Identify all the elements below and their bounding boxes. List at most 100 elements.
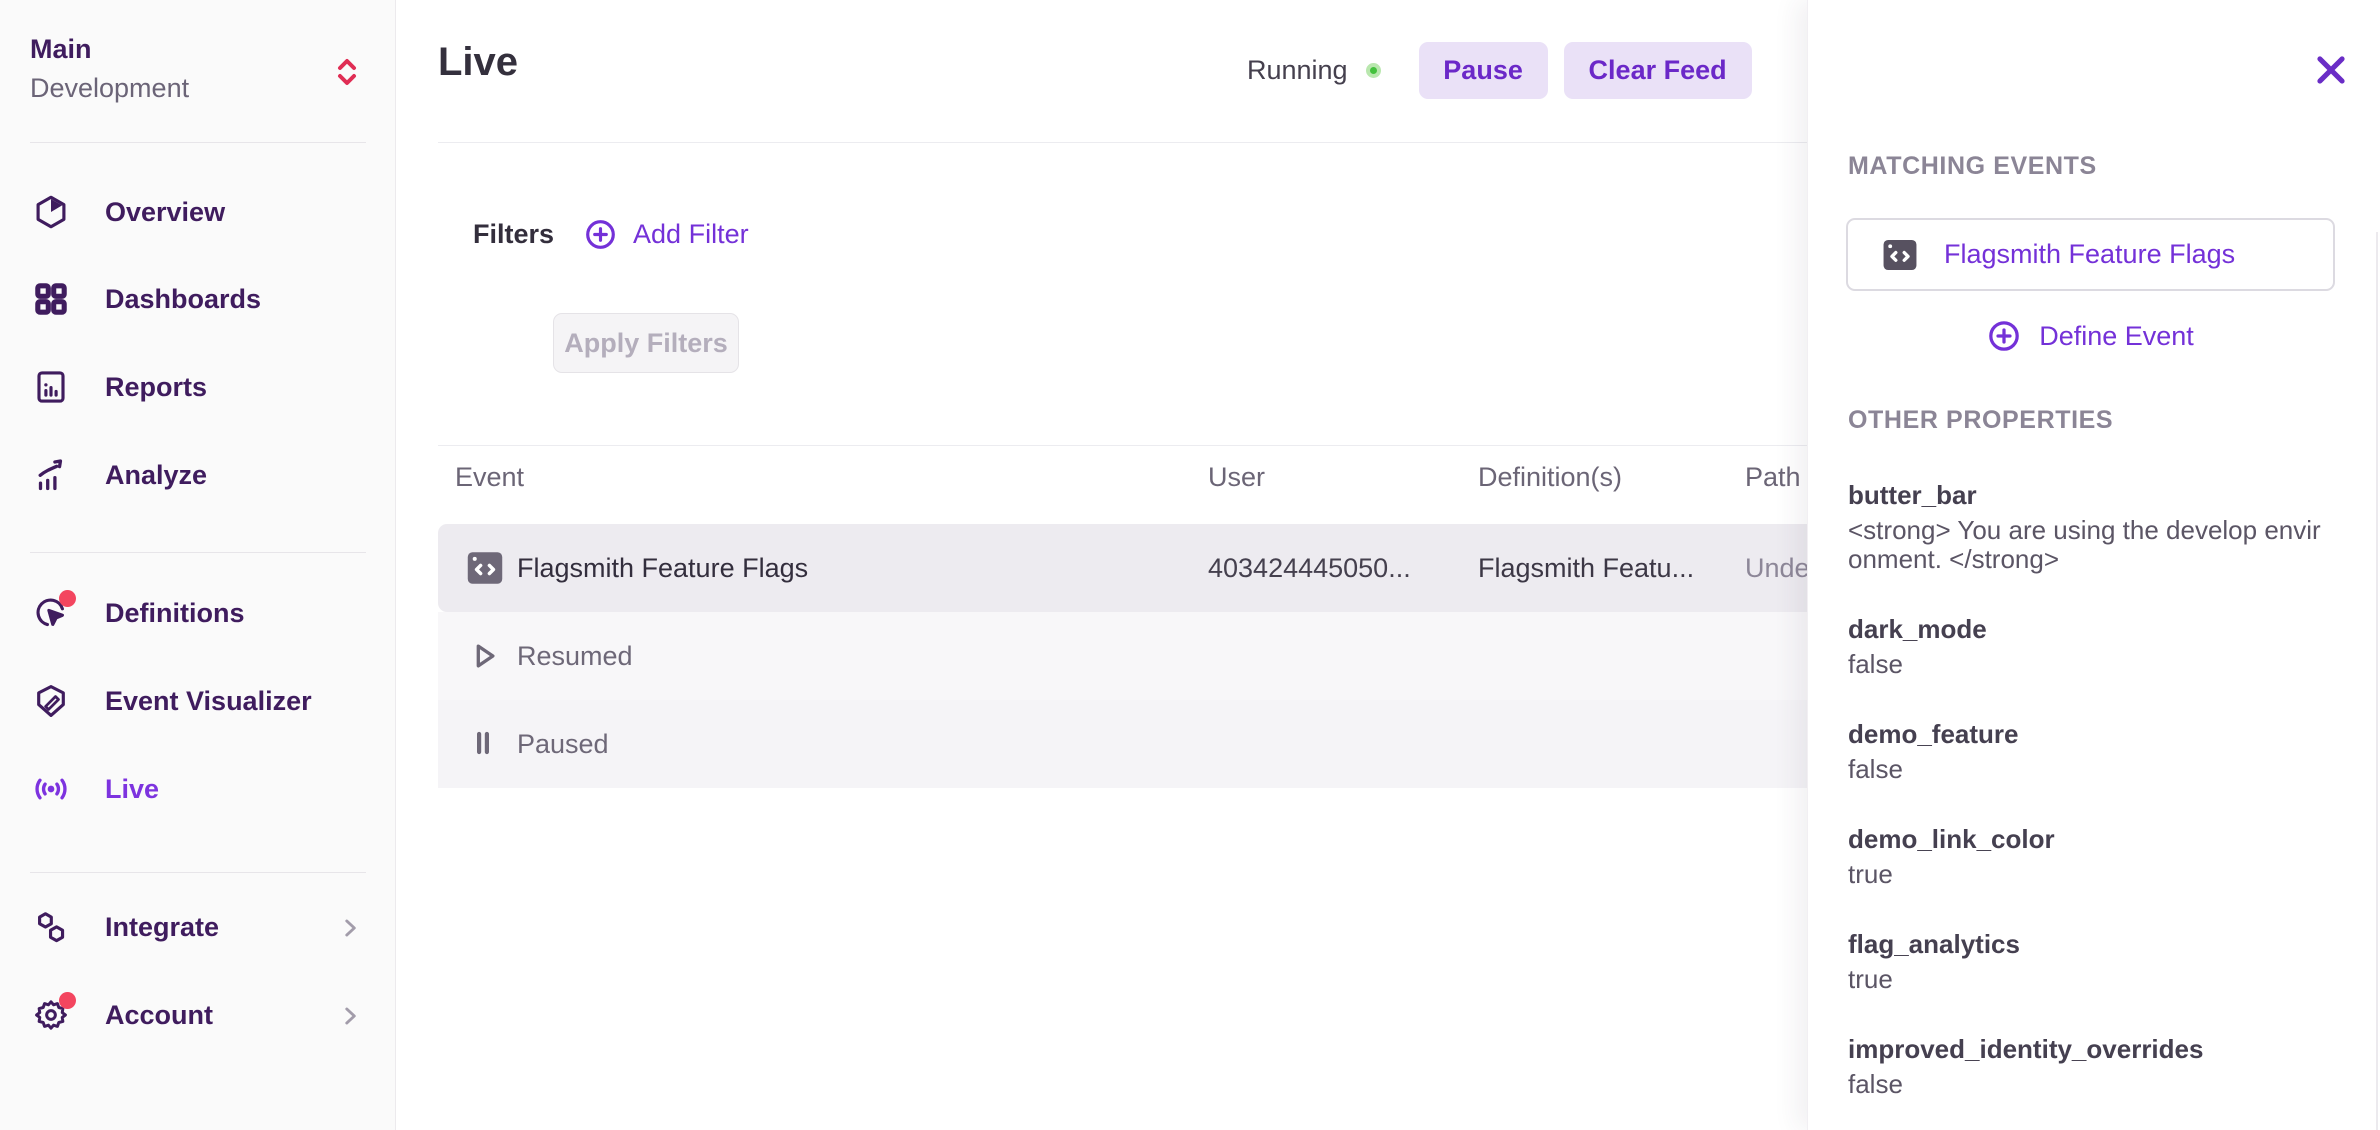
sidebar-divider [30,552,366,553]
sidebar-item-analyze[interactable]: Analyze [33,453,373,497]
sidebar-item-integrate[interactable]: Integrate [33,905,373,949]
pause-button[interactable]: Pause [1419,42,1548,99]
overview-icon [33,194,69,230]
column-header-definitions: Definition(s) [1478,462,1622,493]
up-down-chevrons-icon[interactable] [334,55,360,89]
table-row[interactable]: Flagsmith Feature Flags 403424445050... … [438,524,1807,612]
column-header-event: Event [455,462,524,493]
table-top-divider [438,445,1807,446]
property-value: false [1848,650,2322,679]
property-name: improved_identity_overrides [1848,1032,2322,1066]
event-detail-panel: MATCHING EVENTS Flagsmith Feature Flags … [1807,0,2380,1130]
analyze-icon [33,457,69,493]
property-name: dark_mode [1848,612,2322,646]
property-item: improved_identity_overrides false [1848,1032,2322,1099]
sidebar-item-definitions[interactable]: Definitions [33,591,373,635]
status-green-dot [1366,63,1381,78]
table-row[interactable]: Resumed [438,612,1807,700]
property-item: dark_mode false [1848,612,2322,679]
property-name: flag_analytics [1848,927,2322,961]
sidebar-item-label: Event Visualizer [105,686,312,717]
column-header-user: User [1208,462,1265,493]
property-item: demo_feature false [1848,717,2322,784]
code-window-icon [462,546,508,590]
scrollbar[interactable] [2376,232,2378,1130]
property-value: false [1848,1070,2322,1099]
event-name: Flagsmith Feature Flags [517,553,808,584]
header-divider [438,142,1807,143]
sidebar-item-label: Overview [105,197,225,228]
add-filter-label: Add Filter [633,219,749,250]
sidebar-divider [30,872,366,873]
feed-status-entry: Paused [517,729,609,760]
app-root: Main Development Overview [0,0,2380,1130]
property-name: demo_link_color [1848,822,2322,856]
environment-name: Development [30,68,189,108]
chevron-right-icon [337,915,363,941]
reports-icon [33,369,69,405]
feed-status-row: Running Pause Clear Feed [1247,42,1752,99]
notification-badge [59,590,76,607]
pause-bars-icon [465,725,501,761]
property-value: <strong> You are using the develop envir… [1848,516,2322,574]
event-visualizer-icon [33,683,69,719]
property-value: true [1848,860,2322,889]
sidebar-item-event-visualizer[interactable]: Event Visualizer [33,679,373,723]
matching-event-card[interactable]: Flagsmith Feature Flags [1846,218,2335,291]
matching-events-heading: MATCHING EVENTS [1848,152,2097,181]
sidebar-item-label: Reports [105,372,207,403]
code-window-icon [1878,234,1922,276]
definitions-icon [33,595,69,631]
sidebar-item-live[interactable]: Live [33,767,373,811]
sidebar-item-label: Account [105,1000,213,1031]
define-event-button[interactable]: Define Event [1846,314,2335,358]
apply-filters-button[interactable]: Apply Filters [553,313,739,373]
define-event-label: Define Event [2039,321,2194,352]
plus-circle-icon [1987,319,2021,353]
sidebar-item-label: Integrate [105,912,219,943]
sidebar-item-account[interactable]: Account [33,993,373,1037]
matching-event-name: Flagsmith Feature Flags [1944,239,2235,270]
sidebar-item-label: Live [105,774,159,805]
play-icon [465,637,503,675]
table-row[interactable]: Paused [438,700,1807,788]
sidebar-item-overview[interactable]: Overview [33,190,373,234]
event-feed-table: Flagsmith Feature Flags 403424445050... … [438,524,1807,788]
column-header-path: Path [1745,462,1801,493]
property-item: demo_link_color true [1848,822,2322,889]
sidebar-item-label: Definitions [105,598,245,629]
dashboards-icon [33,281,69,317]
feed-status-label: Running [1247,55,1348,86]
chevron-right-icon [337,1003,363,1029]
property-name: butter_bar [1848,478,2322,512]
properties-list: butter_bar <strong> You are using the de… [1848,478,2322,1130]
sidebar-item-label: Dashboards [105,284,261,315]
add-filter-button[interactable]: Add Filter [584,218,749,251]
integrate-icon [33,909,69,945]
event-definitions: Flagsmith Featu... [1478,553,1694,584]
filters-row: Filters Add Filter [473,210,749,258]
notification-badge [59,992,76,1009]
account-gear-icon [33,997,69,1033]
sidebar: Main Development Overview [0,0,396,1130]
event-path: Unde [1745,553,1807,584]
page-title: Live [438,40,518,85]
clear-feed-button[interactable]: Clear Feed [1564,42,1752,99]
plus-circle-icon [584,218,617,251]
close-icon[interactable] [2311,50,2351,90]
property-value: true [1848,965,2322,994]
property-value: false [1848,755,2322,784]
other-properties-heading: OTHER PROPERTIES [1848,406,2113,435]
event-user: 403424445050... [1208,553,1411,584]
property-item: butter_bar <strong> You are using the de… [1848,478,2322,574]
sidebar-divider [30,142,366,143]
filters-label: Filters [473,219,554,250]
sidebar-item-dashboards[interactable]: Dashboards [33,277,373,321]
feed-status-entry: Resumed [517,641,633,672]
property-name: demo_feature [1848,717,2322,751]
project-switcher[interactable]: Main Development [30,30,189,108]
property-item: flag_analytics true [1848,927,2322,994]
project-name: Main [30,30,189,68]
sidebar-item-label: Analyze [105,460,207,491]
sidebar-item-reports[interactable]: Reports [33,365,373,409]
